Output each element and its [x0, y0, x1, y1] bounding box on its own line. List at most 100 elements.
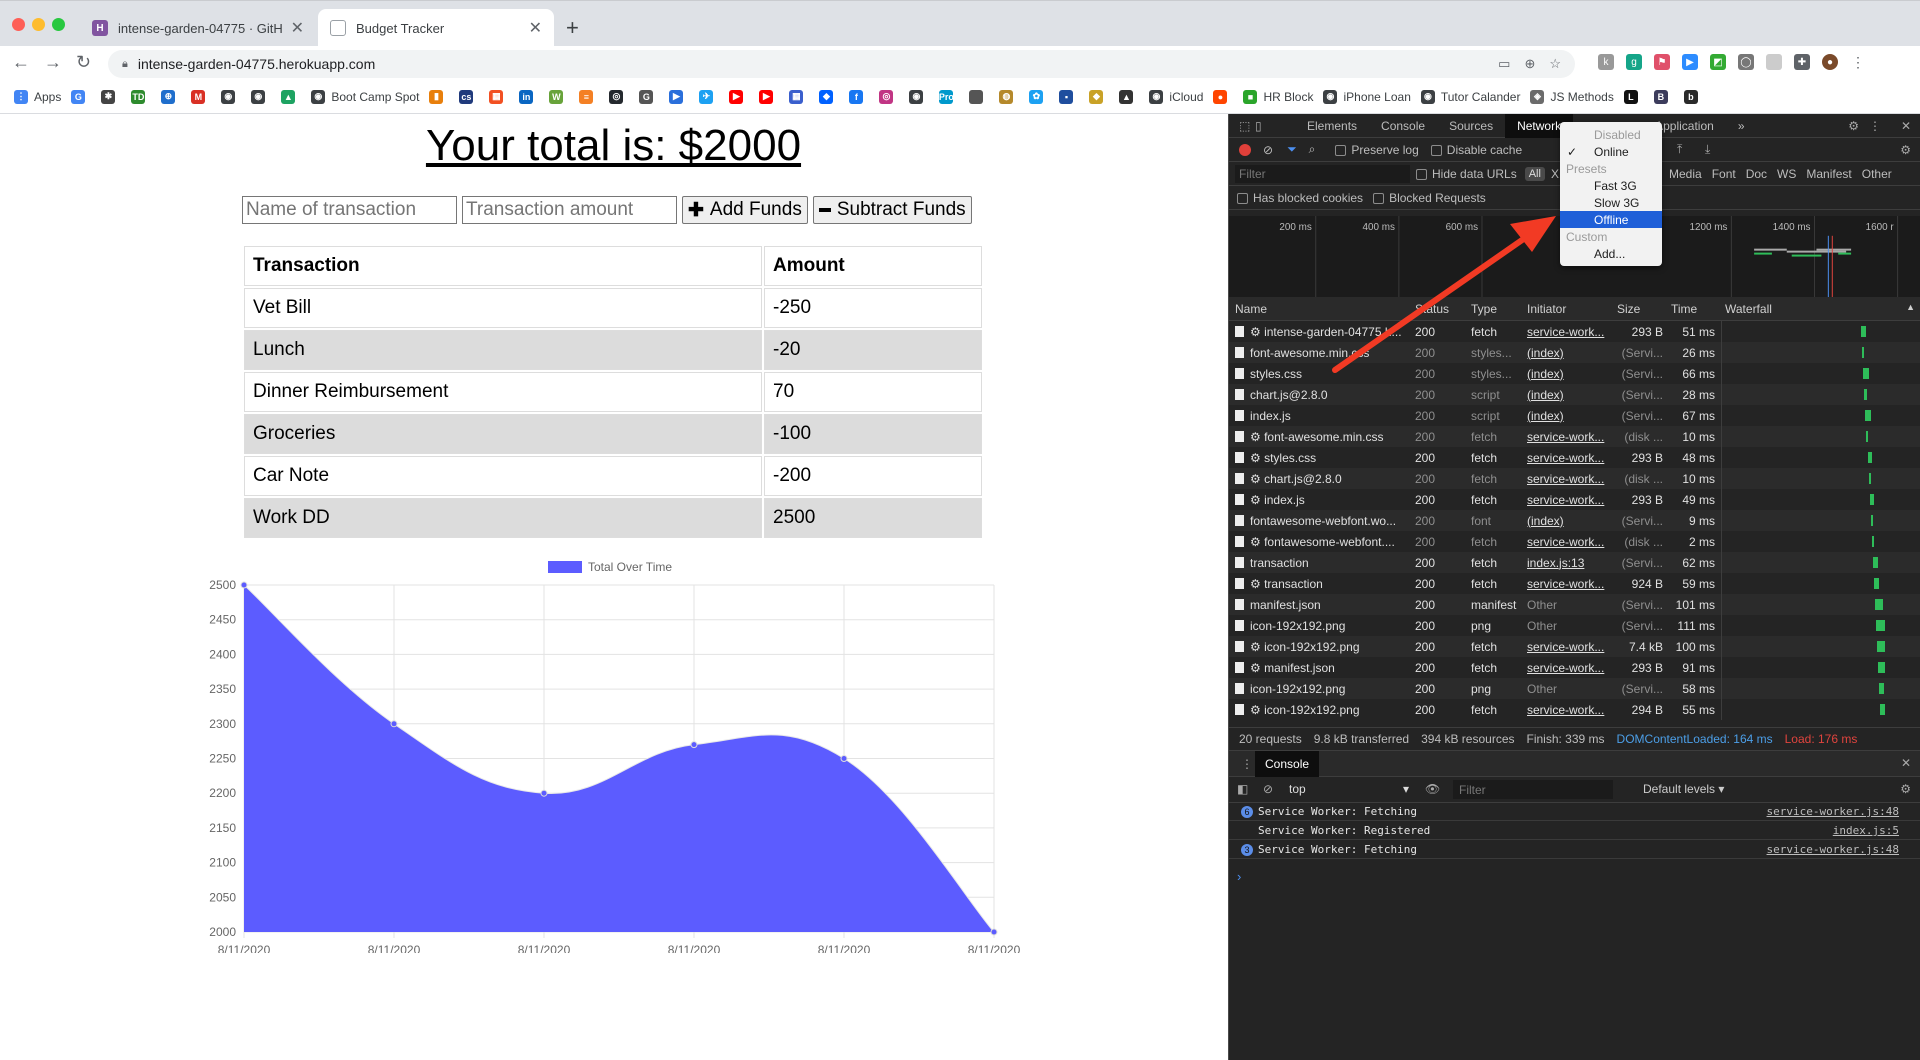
- extension-icon[interactable]: ⚑: [1654, 54, 1670, 70]
- console-settings-icon[interactable]: ⚙: [1900, 782, 1911, 796]
- drawer-menu-icon[interactable]: ⋮: [1241, 757, 1253, 771]
- console-source-link[interactable]: service-worker.js:48: [1767, 805, 1899, 818]
- bookmark-icon[interactable]: ✈: [699, 89, 719, 104]
- network-request-row[interactable]: fontawesome-webfont.wo... 200 font (index) (…: [1229, 510, 1920, 531]
- request-initiator[interactable]: index.js:13: [1523, 556, 1613, 570]
- address-bar[interactable]: 🔒︎ intense-garden-04775.herokuapp.com ▭ …: [108, 50, 1575, 78]
- console-filter-input[interactable]: Filter: [1453, 780, 1613, 799]
- tab-console[interactable]: Console: [1369, 114, 1437, 138]
- bookmark-hr-block[interactable]: ■ HR Block: [1243, 89, 1313, 104]
- kebab-menu-icon[interactable]: ⋮: [1869, 119, 1881, 133]
- column-header[interactable]: Size: [1613, 302, 1667, 316]
- reload-icon[interactable]: ↻: [76, 52, 91, 73]
- tab-elements[interactable]: Elements: [1295, 114, 1369, 138]
- filter-all[interactable]: All: [1524, 166, 1545, 181]
- hide-data-urls-checkbox[interactable]: Hide data URLs: [1416, 167, 1517, 181]
- bookmark-icon[interactable]: TD: [131, 89, 151, 104]
- close-tab-icon[interactable]: ✕: [291, 18, 304, 38]
- bookmark-icon[interactable]: ≡: [579, 89, 599, 104]
- network-request-row[interactable]: ⚙ styles.css 200 fetch service-work... 293 B…: [1229, 447, 1920, 468]
- bookmark-icon[interactable]: ✿: [1029, 89, 1049, 104]
- bookmark-icon[interactable]: ◆: [819, 89, 839, 104]
- column-header[interactable]: Type: [1467, 302, 1523, 316]
- console-source-link[interactable]: service-worker.js:48: [1767, 843, 1899, 856]
- bookmark-iphone-loan[interactable]: ◉ iPhone Loan: [1323, 89, 1411, 104]
- bookmark-icon[interactable]: f: [849, 89, 869, 104]
- bookmark-icon[interactable]: ▦: [489, 89, 509, 104]
- filter-manifest[interactable]: Manifest: [1806, 167, 1851, 181]
- blocked-requests-checkbox[interactable]: Blocked Requests: [1373, 191, 1486, 205]
- subtract-funds-button[interactable]: Subtract Funds: [812, 196, 972, 224]
- bookmark-icon[interactable]: ▲: [1119, 89, 1139, 104]
- network-settings-icon[interactable]: ⚙: [1900, 143, 1911, 157]
- column-header[interactable]: Status: [1411, 302, 1467, 316]
- extension-icon[interactable]: k: [1598, 54, 1614, 70]
- bookmark-icon[interactable]: [969, 89, 989, 104]
- request-initiator[interactable]: service-work...: [1523, 703, 1613, 717]
- tab-github[interactable]: H intense-garden-04775 · GitHub ✕: [80, 9, 316, 47]
- cast-icon[interactable]: ▭: [1498, 56, 1510, 72]
- network-request-row[interactable]: ⚙ chart.js@2.8.0 200 fetch service-work... (…: [1229, 468, 1920, 489]
- network-request-row[interactable]: ⚙ index.js 200 fetch service-work... 293 B 49…: [1229, 489, 1920, 510]
- context-selector[interactable]: top ▾: [1289, 782, 1409, 796]
- tab-console-drawer[interactable]: Console: [1255, 751, 1320, 777]
- bookmark-apps[interactable]: ⋮ Apps: [14, 89, 61, 104]
- close-devtools-icon[interactable]: ✕: [1901, 119, 1911, 133]
- bookmark-icon[interactable]: ●: [1213, 89, 1233, 104]
- bookmark-icon[interactable]: ✱: [101, 89, 121, 104]
- more-tabs-icon[interactable]: »: [1726, 114, 1757, 138]
- throttle-add[interactable]: Add...: [1560, 245, 1662, 262]
- bookmark-icon[interactable]: L: [1623, 89, 1644, 104]
- network-request-row[interactable]: ⚙ font-awesome.min.css 200 fetch service-wo…: [1229, 426, 1920, 447]
- maximize-window-button[interactable]: [52, 18, 65, 31]
- throttle-fast-3g[interactable]: Fast 3G: [1560, 177, 1662, 194]
- search-icon[interactable]: ⌕: [1309, 142, 1316, 157]
- bookmark-star-icon[interactable]: ☆: [1549, 56, 1561, 72]
- request-initiator[interactable]: service-work...: [1523, 640, 1613, 654]
- new-tab-button[interactable]: +: [566, 15, 579, 41]
- bookmark-icon[interactable]: ⊕: [161, 89, 181, 104]
- request-initiator[interactable]: service-work...: [1523, 325, 1613, 339]
- menu-icon[interactable]: ⋮: [1850, 54, 1866, 70]
- bookmark-icon[interactable]: b: [1683, 89, 1704, 104]
- clear-icon[interactable]: ⊘: [1263, 143, 1273, 157]
- bookmark-icon[interactable]: cs: [459, 89, 479, 104]
- network-request-row[interactable]: chart.js@2.8.0 200 script (index) (Servi... 2…: [1229, 384, 1920, 405]
- request-initiator[interactable]: service-work...: [1523, 661, 1613, 675]
- bookmark-icon[interactable]: ◎: [609, 89, 629, 104]
- network-request-row[interactable]: ⚙ fontawesome-webfont.... 200 fetch service…: [1229, 531, 1920, 552]
- bookmark-tutor-calander[interactable]: ◉ Tutor Calander: [1420, 89, 1520, 104]
- bookmark-icon[interactable]: G: [639, 89, 659, 104]
- network-request-row[interactable]: index.js 200 script (index) (Servi... 67 ms: [1229, 405, 1920, 426]
- settings-gear-icon[interactable]: ⚙: [1848, 119, 1859, 133]
- column-header[interactable]: Time: [1667, 302, 1721, 316]
- bookmark-icon[interactable]: G: [71, 89, 91, 104]
- filter-media[interactable]: Media: [1669, 167, 1702, 181]
- bookmark-icon[interactable]: ▲: [281, 89, 301, 104]
- bookmark-icon[interactable]: ▮: [429, 89, 449, 104]
- disable-cache-checkbox[interactable]: Disable cache: [1430, 143, 1522, 157]
- request-initiator[interactable]: service-work...: [1523, 430, 1613, 444]
- bookmark-icon[interactable]: Pro: [939, 89, 959, 104]
- network-request-row[interactable]: ⚙ icon-192x192.png 200 fetch service-work..…: [1229, 636, 1920, 657]
- transaction-name-input[interactable]: [242, 196, 457, 224]
- throttle-online[interactable]: ✓ Online: [1560, 143, 1662, 160]
- live-expression-eye-icon[interactable]: 👁︎: [1425, 782, 1440, 796]
- forward-icon[interactable]: →: [44, 52, 62, 73]
- column-header[interactable]: Name: [1229, 302, 1411, 316]
- grammarly-icon[interactable]: g: [1626, 54, 1642, 70]
- network-request-row[interactable]: styles.css 200 styles... (index) (Servi... 66…: [1229, 363, 1920, 384]
- bookmark-icon[interactable]: ▪: [1059, 89, 1079, 104]
- has-blocked-cookies-checkbox[interactable]: Has blocked cookies: [1237, 191, 1363, 205]
- record-icon[interactable]: [1239, 143, 1251, 156]
- bookmark-icon[interactable]: ◉: [909, 89, 929, 104]
- import-har-icon[interactable]: ⤒: [1677, 142, 1682, 157]
- request-initiator[interactable]: service-work...: [1523, 493, 1613, 507]
- close-tab-icon[interactable]: ✕: [529, 18, 542, 38]
- tab-budget-tracker[interactable]: Budget Tracker ✕: [318, 9, 554, 47]
- bookmark-icon[interactable]: ◎: [879, 89, 899, 104]
- extension-icon[interactable]: ◩: [1710, 54, 1726, 70]
- throttle-offline[interactable]: Offline: [1560, 211, 1662, 228]
- network-request-row[interactable]: font-awesome.min.css 200 styles... (index) (…: [1229, 342, 1920, 363]
- bookmark-icloud[interactable]: ◉ iCloud: [1149, 89, 1203, 104]
